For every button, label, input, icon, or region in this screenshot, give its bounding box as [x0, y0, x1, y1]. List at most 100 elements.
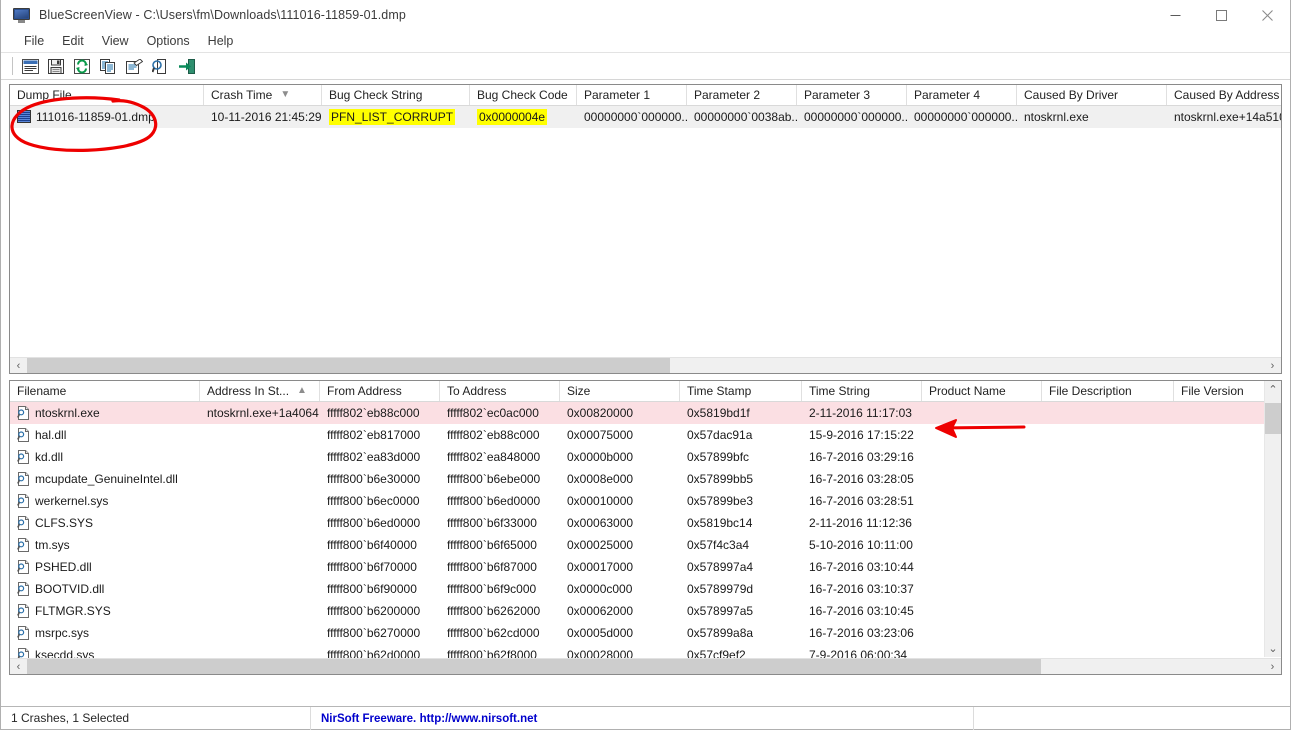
scroll-left-icon[interactable]: ‹: [10, 358, 27, 374]
vscroll-track[interactable]: [1264, 398, 1281, 640]
scroll-right-icon[interactable]: ›: [1264, 659, 1281, 675]
column-header-time-stamp[interactable]: Time Stamp: [680, 381, 802, 401]
table-row[interactable]: ntoskrnl.exe ntoskrnl.exe+1a4064 fffff802`…: [10, 402, 1281, 424]
properties-icon[interactable]: [122, 55, 146, 77]
cell-file-description: [1042, 534, 1174, 556]
vscroll-thumb[interactable]: [1264, 402, 1281, 435]
menu-item-options[interactable]: Options: [138, 31, 199, 52]
column-header-to-address[interactable]: To Address: [440, 381, 560, 401]
column-header-bug-check-string[interactable]: Bug Check String: [322, 85, 470, 105]
cell-text: 16-7-2016 03:10:44: [809, 560, 914, 574]
driver-list-vscrollbar[interactable]: ⌃ ⌄: [1264, 381, 1281, 657]
column-header-product-name[interactable]: Product Name: [922, 381, 1042, 401]
table-row[interactable]: mcupdate_GenuineIntel.dll fffff800`b6e300…: [10, 468, 1281, 490]
driver-file-icon: [17, 450, 29, 464]
cell-to-address: fffff802`ec0ac000: [440, 402, 560, 424]
report-icon[interactable]: [18, 55, 42, 77]
monitor-icon: [13, 7, 31, 23]
table-row[interactable]: BOOTVID.dll fffff800`b6f90000 fffff800`b6f…: [10, 578, 1281, 600]
hscroll-track[interactable]: [27, 658, 1264, 674]
column-header-crash-time[interactable]: Crash Time ▼: [204, 85, 322, 105]
hscroll-thumb[interactable]: [27, 658, 1042, 674]
scroll-up-icon[interactable]: ⌃: [1265, 381, 1282, 398]
cell-text: fffff800`b6ebe000: [447, 472, 541, 486]
column-header-time-string[interactable]: Time String: [802, 381, 922, 401]
menu-item-view[interactable]: View: [93, 31, 138, 52]
table-row[interactable]: msrpc.sys fffff800`b6270000 fffff800`b62cd…: [10, 622, 1281, 644]
hscroll-thumb[interactable]: [27, 357, 671, 373]
scroll-down-icon[interactable]: ⌄: [1265, 640, 1282, 657]
hscroll-track[interactable]: [27, 357, 1264, 373]
column-header-bug-check-code[interactable]: Bug Check Code: [470, 85, 577, 105]
column-header-size[interactable]: Size: [560, 381, 680, 401]
table-row[interactable]: ksecdd.sys fffff800`b62d0000 fffff800`b62f…: [10, 644, 1281, 658]
table-row[interactable]: hal.dll fffff802`eb817000 fffff802`eb88c00…: [10, 424, 1281, 446]
cell-filename: PSHED.dll: [10, 556, 200, 578]
scroll-right-icon[interactable]: ›: [1264, 358, 1281, 374]
cell-text: PSHED.dll: [35, 560, 92, 574]
table-row[interactable]: PSHED.dll fffff800`b6f70000 fffff800`b6f87…: [10, 556, 1281, 578]
cell-product-name: [922, 556, 1042, 578]
column-header-parameter-2[interactable]: Parameter 2: [687, 85, 797, 105]
column-header-dump-file[interactable]: Dump File: [10, 85, 204, 105]
driver-list-header: Filename Address In St... ▲ From Address…: [10, 381, 1281, 402]
column-header-parameter-4[interactable]: Parameter 4: [907, 85, 1017, 105]
refresh-icon[interactable]: [70, 55, 94, 77]
cell-filename: BOOTVID.dll: [10, 578, 200, 600]
table-row[interactable]: FLTMGR.SYS fffff800`b6200000 fffff800`b626…: [10, 600, 1281, 622]
cell-size: 0x00075000: [560, 424, 680, 446]
cell-parameter-2: 00000000`0038ab...: [694, 110, 797, 124]
toolbar: [1, 52, 1290, 80]
column-label: Caused By Address: [1174, 88, 1280, 102]
cell-file-description: [1042, 446, 1174, 468]
find-icon[interactable]: [148, 55, 172, 77]
cell-filename: msrpc.sys: [10, 622, 200, 644]
vendor-url[interactable]: http://www.nirsoft.net: [420, 713, 538, 725]
cell-product-name: [922, 490, 1042, 512]
cell-product-name: [922, 446, 1042, 468]
table-row[interactable]: CLFS.SYS fffff800`b6ed0000 fffff800`b6f330…: [10, 512, 1281, 534]
column-header-caused-by-address[interactable]: Caused By Address: [1167, 85, 1281, 105]
column-header-filename[interactable]: Filename: [10, 381, 200, 401]
table-row[interactable]: kd.dll fffff802`ea83d000 fffff802`ea848000…: [10, 446, 1281, 468]
cell-size: 0x00062000: [560, 600, 680, 622]
column-header-caused-by-driver[interactable]: Caused By Driver: [1017, 85, 1167, 105]
status-vendor-link[interactable]: NirSoft Freeware. http://www.nirsoft.net: [311, 706, 974, 730]
driver-list-hscrollbar[interactable]: ‹ ›: [10, 658, 1281, 674]
driver-list: Filename Address In St... ▲ From Address…: [9, 380, 1282, 675]
cell-text: 0x57899a8a: [687, 626, 754, 640]
menu-item-edit[interactable]: Edit: [53, 31, 93, 52]
cell-time-string: 16-7-2016 03:10:44: [802, 556, 922, 578]
column-header-file-description[interactable]: File Description: [1042, 381, 1174, 401]
cell-text: 15-9-2016 17:15:22: [809, 428, 914, 442]
column-header-from-address[interactable]: From Address: [320, 381, 440, 401]
cell-text: fffff800`b6f33000: [447, 516, 537, 530]
copy-icon[interactable]: [96, 55, 120, 77]
window-title: BlueScreenView - C:\Users\fm\Downloads\1…: [39, 8, 406, 22]
table-row[interactable]: 111016-11859-01.dmp 10-11-2016 21:45:29 …: [10, 106, 1281, 128]
table-row[interactable]: werkernel.sys fffff800`b6ec0000 fffff800`b…: [10, 490, 1281, 512]
cell-text: ntoskrnl.exe: [35, 406, 100, 420]
cell-text: 7-9-2016 06:00:34: [809, 648, 908, 658]
cell-product-name: [922, 512, 1042, 534]
cell-time-string: 2-11-2016 11:17:03: [802, 402, 922, 424]
cell-text: fffff800`b6f40000: [327, 538, 417, 552]
scroll-left-icon[interactable]: ‹: [10, 659, 27, 675]
table-row[interactable]: tm.sys fffff800`b6f40000 fffff800`b6f65000…: [10, 534, 1281, 556]
minimize-button[interactable]: [1152, 0, 1198, 31]
crash-list-hscrollbar[interactable]: ‹ ›: [10, 357, 1281, 373]
menu-item-file[interactable]: File: [15, 31, 53, 52]
column-header-parameter-1[interactable]: Parameter 1: [577, 85, 687, 105]
save-icon[interactable]: [44, 55, 68, 77]
close-button[interactable]: [1244, 0, 1290, 31]
exit-icon[interactable]: [174, 55, 198, 77]
column-label: Dump File: [17, 88, 72, 102]
column-header-address-in-stack[interactable]: Address In St... ▲: [200, 381, 320, 401]
column-header-parameter-3[interactable]: Parameter 3: [797, 85, 907, 105]
cell-text: fffff800`b62d0000: [327, 648, 421, 658]
cell-file-description: [1042, 490, 1174, 512]
cell-address-in-stack: [200, 512, 320, 534]
maximize-button[interactable]: [1198, 0, 1244, 31]
menu-item-help[interactable]: Help: [199, 31, 243, 52]
bug-check-code-highlight: 0x0000004e: [477, 109, 548, 125]
